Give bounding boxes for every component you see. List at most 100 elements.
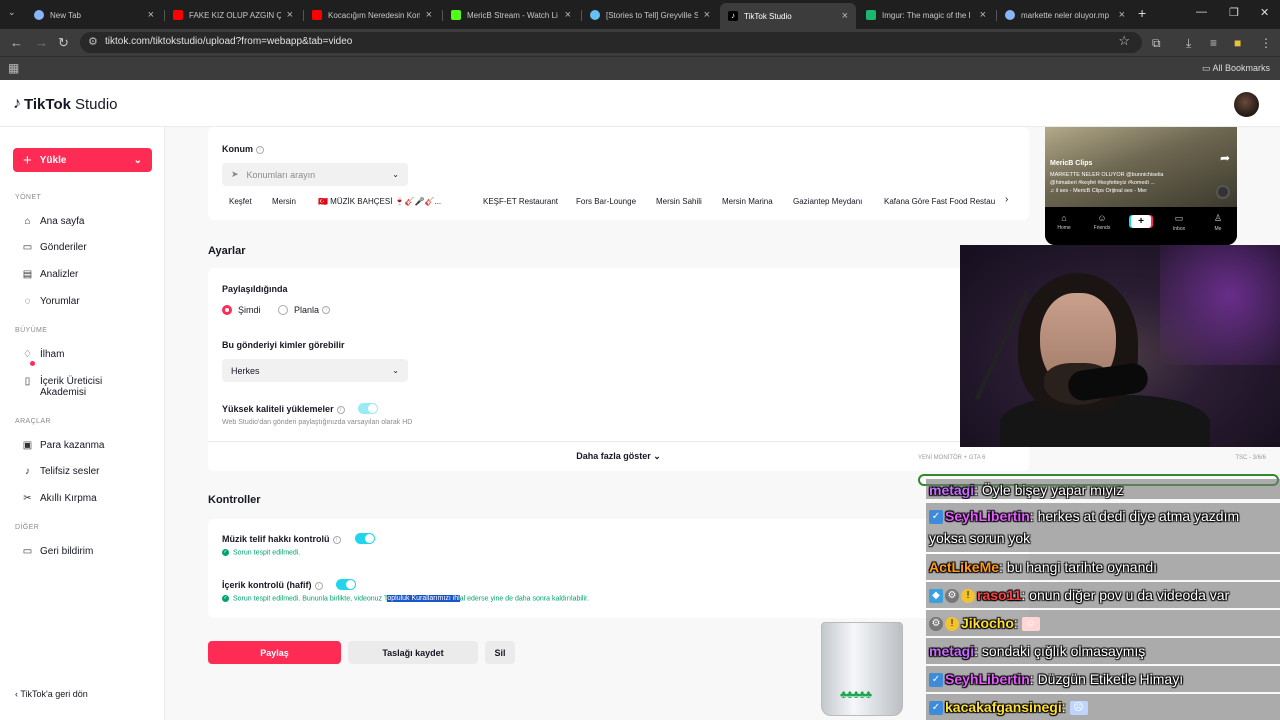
post-button[interactable]: Paylaş (208, 641, 341, 664)
back-to-tiktok-link[interactable]: ‹ TikTok'a geri dön (15, 689, 88, 699)
close-icon[interactable]: × (287, 9, 293, 21)
tab-youtube-2[interactable]: Kocacığım Neredesin Kon × (304, 4, 440, 26)
chat-text: : Düzgün Etiketle Himayı (1029, 671, 1184, 687)
chevron-right-icon[interactable]: › (1005, 194, 1008, 205)
sidebar-item-analytics[interactable]: ▤ Analizler (22, 269, 79, 280)
apps-grid-icon[interactable]: ▦ (8, 61, 19, 75)
close-window-icon[interactable]: ✕ (1260, 6, 1269, 19)
chat-text: : onun diğer pov u da videoda var (1021, 587, 1230, 603)
tiktok-studio-logo[interactable]: ♪ TikTok Studio (13, 95, 118, 113)
location-chip[interactable]: Kafana Göre Fast Food Restau (884, 197, 996, 206)
sidebar-item-home[interactable]: ⌂ Ana sayfa (22, 216, 84, 227)
all-bookmarks[interactable]: ▭ All Bookmarks (1202, 63, 1270, 74)
tab-label: Kocacığım Neredesin Kon (328, 10, 420, 20)
upload-button[interactable]: + Yükle ⌄ (13, 148, 152, 172)
visibility-select[interactable]: Herkes ⌄ (222, 359, 408, 382)
radio-dot (278, 305, 288, 315)
tab-markette-video[interactable]: markette neler oluyor.mp × (997, 4, 1133, 26)
sidebar-item-inspiration[interactable]: ♢ İlham (22, 349, 64, 360)
tab-steam[interactable]: [Stories to Tell] Greyville S × (582, 4, 718, 26)
tab-kick[interactable]: MericB Stream - Watch Li × (443, 4, 579, 26)
chat-nick: metagi (929, 482, 975, 498)
radio-now[interactable]: Şimdi (222, 305, 261, 315)
comment-icon: ◌ (24, 296, 31, 307)
new-tab-icon[interactable]: + (1138, 5, 1146, 21)
content-check-label-row: İçerik kontrolü (hafif) i (222, 580, 323, 590)
tab-label: markette neler oluyor.mp (1021, 10, 1110, 20)
location-chip[interactable]: Gaziantep Meydanı (793, 197, 862, 206)
tab-new-tab[interactable]: New Tab × (26, 4, 162, 26)
url-text[interactable]: tiktok.com/tiktokstudio/upload?from=weba… (105, 36, 352, 47)
selected-text[interactable]: opluluk Kurallarımızı ihl (387, 595, 460, 603)
sidebar-item-comments[interactable]: ◌ Yorumlar (22, 296, 80, 307)
bookmark-star-icon[interactable]: ☆ (1118, 33, 1130, 49)
location-chip[interactable]: Fors Bar-Lounge (576, 197, 636, 206)
save-draft-button[interactable]: Taslağı kaydet (348, 641, 478, 664)
avatar[interactable] (1234, 92, 1259, 117)
omnibox[interactable]: ⚙ tiktok.com/tiktokstudio/upload?from=we… (80, 32, 1142, 53)
location-chip[interactable]: KEŞF-ET Restaurant (483, 197, 558, 206)
tab-youtube-1[interactable]: FAKE KIZ OLUP AZGIN ÇO × (165, 4, 301, 26)
content-check-toggle[interactable] (336, 579, 356, 590)
content-check-label: İçerik kontrolü (hafif) (222, 580, 312, 590)
close-icon[interactable]: × (704, 9, 710, 21)
nav-label: Inbox (1172, 226, 1186, 232)
close-icon[interactable]: × (426, 9, 432, 21)
tab-label: TikTok Studio (744, 11, 792, 21)
discard-button[interactable]: Sil (485, 641, 515, 664)
hq-toggle[interactable] (358, 403, 378, 414)
browser-tab-strip: ⌄ New Tab × FAKE KIZ OLUP AZGIN ÇO × Koc… (0, 0, 1280, 29)
sidebar-item-feedback[interactable]: ▭ Geri bildirim (22, 546, 94, 557)
back-icon[interactable]: ← (10, 35, 23, 50)
chat-message: ⚙! Jikocho: ☺ (926, 610, 1280, 636)
reload-icon[interactable]: ↻ (58, 35, 69, 51)
close-icon[interactable]: × (565, 9, 571, 21)
chart-icon: ▤ (22, 269, 33, 280)
info-icon[interactable]: i (256, 145, 264, 154)
address-bar-row: ← → ↻ ⚙ tiktok.com/tiktokstudio/upload?f… (0, 29, 1280, 56)
sidebar-item-royalty-free[interactable]: ♪ Telifsiz sesler (22, 466, 99, 477)
section-tools: ARAÇLAR (15, 418, 51, 425)
close-icon[interactable]: × (148, 9, 154, 21)
radio-schedule[interactable]: Planla i (278, 305, 331, 315)
info-icon[interactable]: i (314, 581, 323, 590)
info-icon[interactable]: i (322, 306, 331, 314)
close-icon[interactable]: × (1119, 9, 1125, 21)
location-label: Konum (222, 144, 253, 154)
tab-imgur[interactable]: Imgur: The magic of the I × (858, 4, 994, 26)
sidebar-item-monetize[interactable]: ▣ Para kazanma (22, 440, 105, 451)
location-chip[interactable]: Mersin Sahili (656, 197, 702, 206)
location-label-row: Konum i (222, 144, 264, 154)
forward-icon[interactable]: → (35, 35, 48, 50)
location-chip[interactable]: 🇹🇷 MÜZİK BAHÇESİ 🍷🎸🎤🎸... (318, 197, 458, 206)
sidebar-item-academy[interactable]: ▯ İçerik Üreticisi Akademisi (22, 376, 120, 398)
chevron-down-icon[interactable]: ⌄ (134, 155, 142, 166)
location-search[interactable]: ➤ Konumları arayın ⌄ (222, 163, 408, 186)
minimize-icon[interactable]: — (1196, 6, 1207, 18)
info-icon[interactable]: i (336, 405, 345, 414)
music-check-toggle[interactable] (355, 533, 375, 544)
site-info-icon[interactable]: ⚙ (88, 35, 98, 48)
restore-icon[interactable]: ❐ (1229, 6, 1239, 19)
verified-badge-icon: ✓ (929, 701, 943, 716)
when-shared-label: Paylaşıldığında (222, 284, 288, 294)
close-icon[interactable]: × (980, 9, 986, 21)
location-chip[interactable]: Mersin (272, 197, 296, 206)
close-icon[interactable]: × (842, 10, 848, 22)
location-chip[interactable]: Mersin Marina (722, 197, 773, 206)
media-icon[interactable]: ≡ (1210, 36, 1217, 50)
tab-tiktok-studio[interactable]: ♪ TikTok Studio × (720, 3, 856, 29)
menu-icon[interactable]: ⋮ (1260, 36, 1272, 50)
info-icon[interactable]: i (332, 535, 341, 544)
download-icon[interactable]: ⤓ (1186, 36, 1191, 51)
sidebar-item-smart-cut[interactable]: ✂ Akıllı Kırpma (22, 493, 96, 504)
sidebar-item-posts[interactable]: ▭ Gönderiler (22, 242, 87, 253)
tab-search-icon[interactable]: ⌄ (8, 7, 16, 18)
preview-video[interactable] (1045, 127, 1237, 207)
extensions-icon[interactable]: ⧉ (1152, 36, 1161, 51)
extension-badge-icon[interactable]: ■ (1234, 36, 1241, 50)
show-more-button[interactable]: Daha fazla göster ⌄ (208, 451, 1029, 462)
location-chip[interactable]: Keşfet (229, 197, 252, 206)
upload-label: Yükle (39, 154, 67, 166)
friends-icon: ☺ (1097, 213, 1107, 223)
